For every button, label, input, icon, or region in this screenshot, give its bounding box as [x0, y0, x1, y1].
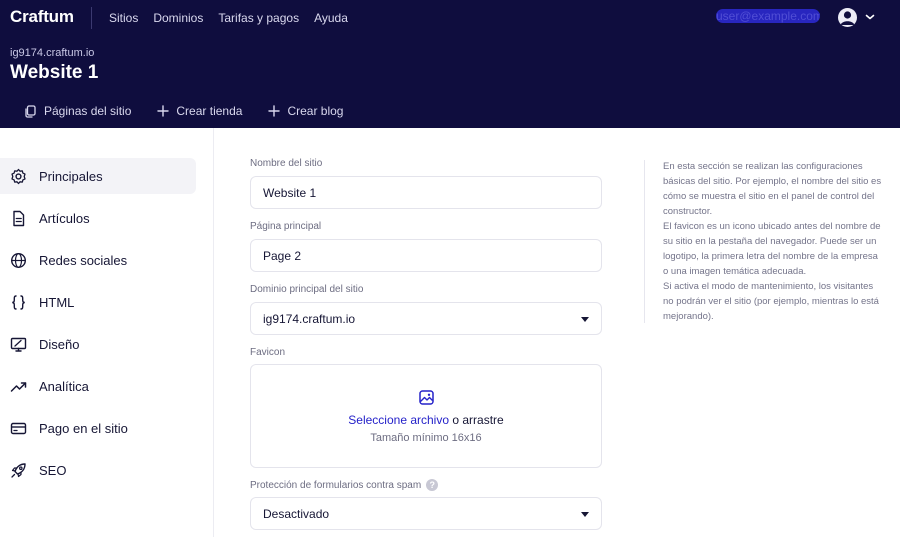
- domain-label: Dominio principal del sitio: [250, 284, 364, 295]
- nav-dominios[interactable]: Dominios: [153, 11, 203, 25]
- sidebar-item-label: Pago en el sitio: [39, 420, 128, 436]
- caret-down-icon: [581, 317, 589, 322]
- chevron-down-icon[interactable]: [865, 12, 875, 22]
- sidebar-item-principales[interactable]: Principales: [0, 158, 196, 194]
- caret-down-icon: [581, 512, 589, 517]
- sidebar-item-label: Artículos: [39, 210, 90, 226]
- rocket-icon: [11, 462, 26, 478]
- page-title: Website 1: [10, 62, 99, 83]
- favicon-dropzone[interactable]: Seleccione archivo o arrastre Tamaño mín…: [250, 364, 602, 468]
- select-file-link[interactable]: Seleccione archivo: [348, 413, 449, 427]
- create-shop-label: Crear tienda: [176, 104, 243, 118]
- sidebar-item-redes-sociales[interactable]: Redes sociales: [0, 242, 196, 278]
- sidebar-item-label: SEO: [39, 462, 67, 478]
- spam-protection-select[interactable]: Desactivado: [250, 497, 602, 530]
- home-page-label: Página principal: [250, 221, 322, 232]
- help-icon[interactable]: ?: [426, 479, 439, 491]
- image-upload-icon: [419, 390, 434, 405]
- favicon-upload-line: Seleccione archivo o arrastre: [251, 413, 601, 427]
- spam-protection-label-text: Protección de formularios contra spam: [250, 479, 422, 491]
- site-subnav: Páginas del sitio Crear tienda Crear blo…: [24, 104, 343, 118]
- user-name[interactable]: user@example.com: [716, 9, 820, 23]
- create-shop-button[interactable]: Crear tienda: [157, 104, 242, 118]
- logo-divider: [91, 7, 92, 29]
- create-blog-button[interactable]: Crear blog: [268, 104, 343, 118]
- nav-ayuda[interactable]: Ayuda: [314, 11, 348, 25]
- spam-protection-value: Desactivado: [263, 506, 330, 521]
- sidebar-item-label: Diseño: [39, 336, 80, 352]
- sidebar-item-html[interactable]: HTML: [0, 284, 196, 320]
- site-url: ig9174.craftum.io: [10, 47, 95, 59]
- plus-icon: [268, 105, 281, 117]
- sidebar-item-diseno[interactable]: Diseño: [0, 326, 196, 362]
- gear-icon: [11, 168, 26, 184]
- sidebar-item-seo[interactable]: SEO: [0, 452, 196, 488]
- domain-select[interactable]: ig9174.craftum.io: [250, 302, 602, 335]
- favicon-label: Favicon: [250, 347, 286, 358]
- app-header: Craftum Sitios Dominios Tarifas y pagos …: [0, 0, 900, 128]
- home-page-input[interactable]: Page 2: [250, 239, 602, 272]
- help-divider: [644, 160, 645, 323]
- sidebar-item-label: Principales: [39, 168, 103, 184]
- nav-tarifas[interactable]: Tarifas y pagos: [218, 11, 299, 25]
- plus-icon: [157, 105, 170, 117]
- site-name-input[interactable]: Website 1: [250, 176, 602, 209]
- sidebar-item-articulos[interactable]: Artículos: [0, 200, 196, 236]
- help-paragraph: El favicon es un icono ubicado antes del…: [663, 221, 881, 277]
- site-pages-button[interactable]: Páginas del sitio: [24, 104, 131, 118]
- monitor-design-icon: [10, 337, 27, 352]
- help-panel: En esta sección se realizan las configur…: [663, 159, 885, 324]
- nav-sitios[interactable]: Sitios: [109, 11, 138, 25]
- site-pages-label: Páginas del sitio: [44, 104, 132, 118]
- sidebar-item-label: Analítica: [39, 378, 89, 394]
- card-icon: [10, 422, 27, 434]
- globe-icon: [10, 252, 27, 268]
- sidebar-item-label: HTML: [39, 294, 75, 310]
- help-paragraph: En esta sección se realizan las configur…: [663, 161, 882, 217]
- settings-sidebar: Principales Artículos Redes sociales HTM…: [0, 128, 214, 537]
- spam-protection-label: Protección de formularios contra spam ?: [250, 479, 439, 491]
- trend-icon: [10, 381, 27, 392]
- craftum-logo[interactable]: Craftum: [10, 7, 74, 27]
- or-drag-text: o arrastre: [452, 413, 504, 427]
- help-paragraph: Si activa el modo de mantenimiento, los …: [663, 281, 879, 322]
- code-braces-icon: [12, 294, 25, 310]
- sidebar-item-label: Redes sociales: [39, 252, 128, 268]
- avatar-icon[interactable]: [838, 8, 857, 27]
- site-name-label: Nombre del sitio: [250, 158, 323, 169]
- favicon-size-hint: Tamaño mínimo 16x16: [370, 432, 482, 444]
- top-nav: Sitios Dominios Tarifas y pagos Ayuda: [109, 11, 348, 25]
- domain-select-value: ig9174.craftum.io: [263, 311, 356, 326]
- document-icon: [13, 210, 25, 226]
- sidebar-item-analitica[interactable]: Analítica: [0, 368, 196, 404]
- top-bar: Craftum Sitios Dominios Tarifas y pagos …: [0, 0, 900, 36]
- create-blog-label: Crear blog: [287, 104, 344, 118]
- pages-icon: [25, 104, 36, 118]
- sidebar-item-pago[interactable]: Pago en el sitio: [0, 410, 196, 446]
